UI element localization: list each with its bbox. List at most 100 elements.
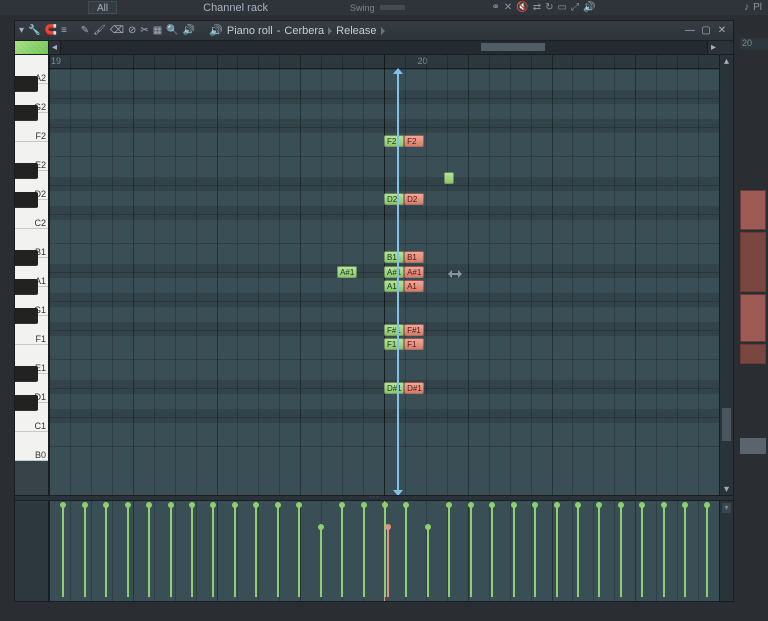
erase-icon[interactable]: ⌫ — [110, 25, 124, 36]
midi-note[interactable]: A#1 — [404, 266, 424, 278]
velocity-bar[interactable] — [170, 505, 172, 597]
volume-icon[interactable]: 🔊 — [583, 2, 595, 13]
velocity-bar[interactable] — [491, 505, 493, 597]
crumb-channel[interactable]: Cerbera — [284, 25, 324, 37]
velocity-bar[interactable] — [84, 505, 86, 597]
piano-key-black[interactable] — [15, 76, 38, 92]
velocity-bar[interactable] — [641, 505, 643, 597]
playlist-scroll-thumb[interactable] — [740, 438, 766, 454]
expand-icon[interactable]: ⤢ — [571, 2, 579, 13]
pattern-dropdown[interactable]: All — [88, 1, 117, 14]
playlist-label[interactable]: Pl — [753, 2, 762, 13]
selection-icon[interactable]: ▭ — [557, 2, 566, 13]
velocity-bar[interactable] — [598, 505, 600, 597]
velocity-bar[interactable] — [298, 505, 300, 597]
playhead[interactable] — [397, 69, 399, 495]
mute-tool-icon[interactable]: ⊘ — [128, 25, 136, 36]
pencil-icon[interactable]: ✎ — [81, 25, 89, 36]
velocity-bar[interactable] — [387, 527, 389, 597]
breadcrumb[interactable]: 🔊 Piano roll - Cerbera Release — [209, 24, 384, 37]
velocity-bar[interactable] — [684, 505, 686, 597]
vertical-scrollbar[interactable]: ▴ ▾ — [719, 55, 733, 495]
swing-slider[interactable] — [380, 5, 405, 10]
velocity-bar[interactable] — [663, 505, 665, 597]
velocity-bar[interactable] — [448, 505, 450, 597]
crumb-pattern[interactable]: Release — [336, 25, 376, 37]
speaker-off-icon[interactable]: 🔇 — [516, 2, 528, 13]
minimize-button[interactable]: — — [685, 26, 695, 36]
velocity-bar[interactable] — [706, 505, 708, 597]
midi-note[interactable]: A#1 — [337, 266, 357, 278]
piano-icon[interactable]: ♪ — [744, 2, 749, 13]
piano-key-black[interactable] — [15, 366, 38, 382]
velocity-bar[interactable] — [277, 505, 279, 597]
playback-icon[interactable]: 🔊 — [183, 25, 195, 36]
velocity-bar[interactable] — [470, 505, 472, 597]
brush-icon[interactable]: 🖌 — [93, 25, 106, 36]
midi-note[interactable] — [444, 172, 454, 184]
velocity-bar[interactable] — [341, 505, 343, 597]
velocity-bar[interactable] — [427, 527, 429, 597]
midi-note[interactable]: F#1 — [384, 324, 404, 336]
loop-icon[interactable]: ↻ — [545, 2, 553, 13]
midi-note[interactable]: A1 — [384, 280, 404, 292]
playlist-clip[interactable] — [740, 344, 766, 364]
velocity-bar[interactable] — [148, 505, 150, 597]
velocity-bar[interactable] — [255, 505, 257, 597]
midi-note[interactable]: F2 — [404, 135, 424, 147]
piano-key-white[interactable]: B0 — [15, 432, 48, 461]
velocity-bar[interactable] — [363, 505, 365, 597]
playlist-clip[interactable] — [740, 190, 766, 230]
midi-note[interactable]: F#1 — [404, 324, 424, 336]
hscroll-track[interactable] — [61, 41, 707, 54]
window-titlebar[interactable]: ▾ 🔧 🧲 ≡ ✎ 🖌 ⌫ ⊘ ✂ ▦ 🔍 🔊 🔊 Piano roll - C… — [15, 21, 733, 41]
select-icon[interactable]: ▦ — [153, 25, 162, 36]
stamp-icon[interactable]: ≡ — [61, 25, 67, 36]
velocity-bar[interactable] — [513, 505, 515, 597]
horizontal-scrollbar[interactable]: ◂ ▸ — [15, 41, 733, 55]
midi-note[interactable]: A#1 — [384, 266, 404, 278]
midi-note[interactable]: F1 — [404, 338, 424, 350]
velocity-lane[interactable] — [49, 501, 719, 601]
midi-note[interactable]: D2 — [384, 193, 404, 205]
velocity-bar[interactable] — [320, 527, 322, 597]
channel-rack-button[interactable]: Channel rack — [199, 2, 268, 14]
velocity-bar[interactable] — [62, 505, 64, 597]
midi-note[interactable]: A1 — [404, 280, 424, 292]
velocity-bar[interactable] — [212, 505, 214, 597]
link-icon[interactable]: ⚭ — [491, 2, 499, 13]
midi-note[interactable]: D2 — [404, 193, 424, 205]
playlist-time-ruler[interactable]: 20 — [740, 38, 768, 50]
velocity-bar[interactable] — [620, 505, 622, 597]
velocity-bar[interactable] — [105, 505, 107, 597]
zoom-icon[interactable]: 🔍 — [166, 25, 178, 36]
piano-key-black[interactable] — [15, 192, 38, 208]
close-button[interactable]: ✕ — [717, 26, 727, 36]
piano-key-black[interactable] — [15, 395, 38, 411]
playlist-clip[interactable] — [740, 294, 766, 342]
scroll-up-button[interactable]: ▴ — [720, 55, 733, 67]
playlist-clip[interactable] — [740, 232, 766, 292]
scroll-right-button[interactable]: ▸ — [707, 41, 719, 54]
wrench-icon[interactable]: 🔧 — [28, 25, 40, 36]
mute-icon[interactable]: ✕ — [504, 2, 512, 13]
velocity-bar[interactable] — [234, 505, 236, 597]
event-control-label[interactable] — [15, 501, 49, 601]
velocity-bar[interactable] — [534, 505, 536, 597]
note-color-swatch[interactable] — [15, 41, 49, 54]
note-grid[interactable]: 19 20 F2F2D2D2B1B1A#1A#1A#1A1A1F#1F#1F1F… — [49, 55, 719, 495]
midi-note[interactable]: D#1 — [404, 382, 424, 394]
slice-icon[interactable]: ✂ — [140, 25, 148, 36]
midi-note[interactable]: F1 — [384, 338, 404, 350]
vscroll-thumb[interactable] — [722, 408, 731, 441]
event-menu-button[interactable]: ▾ — [722, 503, 731, 513]
maximize-button[interactable]: ▢ — [701, 26, 711, 36]
midi-note[interactable]: F2 — [384, 135, 404, 147]
piano-key-black[interactable] — [15, 279, 38, 295]
scroll-down-button[interactable]: ▾ — [720, 483, 733, 495]
piano-key-black[interactable] — [15, 308, 38, 324]
midi-note[interactable]: D#1 — [384, 382, 404, 394]
velocity-bar[interactable] — [127, 505, 129, 597]
piano-key-black[interactable] — [15, 105, 38, 121]
velocity-bar[interactable] — [556, 505, 558, 597]
